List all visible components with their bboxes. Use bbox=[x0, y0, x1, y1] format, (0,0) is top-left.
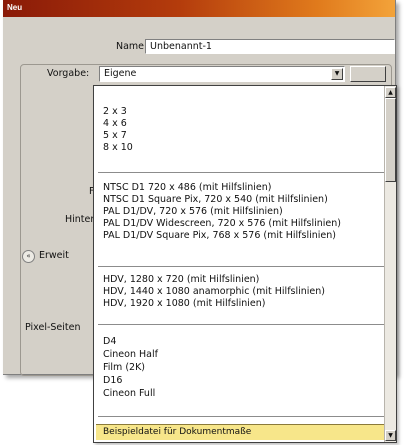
list-item[interactable]: NTSC D1 Square Pix, 720 x 540 (mit Hilfs… bbox=[103, 194, 328, 205]
preset-label: Vorgabe: bbox=[47, 68, 90, 79]
list-item[interactable]: PAL D1/DV Widescreen, 720 x 576 (mit Hil… bbox=[103, 218, 341, 229]
name-field[interactable] bbox=[145, 39, 395, 54]
list-item[interactable]: PAL D1/DV Square Pix, 768 x 576 (mit Hil… bbox=[103, 230, 336, 241]
list-item[interactable]: HDV, 1280 x 720 (mit Hilfslinien) bbox=[103, 274, 259, 285]
partial-label-advanced: Erweit bbox=[39, 250, 69, 261]
scroll-up-icon[interactable]: ▲ bbox=[385, 87, 396, 98]
name-label: Name: bbox=[116, 41, 148, 52]
chevron-down-icon[interactable]: ▼ bbox=[331, 68, 343, 80]
preset-options-button[interactable] bbox=[350, 66, 386, 82]
selected-list-item[interactable]: Beispieldatei für Dokumentmaße bbox=[96, 424, 385, 440]
expand-icon[interactable]: « bbox=[22, 250, 35, 263]
scroll-down-icon[interactable]: ▼ bbox=[385, 430, 396, 441]
list-item[interactable]: PAL D1/DV, 720 x 576 (mit Hilfslinien) bbox=[103, 206, 283, 217]
preset-selected-value: Eigene bbox=[104, 68, 137, 79]
list-item[interactable]: Cineon Full bbox=[103, 388, 155, 399]
list-item[interactable]: D16 bbox=[103, 375, 122, 386]
list-item[interactable]: 8 x 10 bbox=[103, 142, 133, 153]
list-item[interactable]: Film (2K) bbox=[103, 362, 145, 373]
title-bar[interactable]: Neu bbox=[3, 0, 395, 17]
list-item[interactable]: HDV, 1440 x 1080 anamorphic (mit Hilfsli… bbox=[103, 286, 325, 297]
dropdown-scrollbar[interactable]: ▲ ▼ bbox=[384, 86, 396, 442]
preset-dropdown-list[interactable]: 2 x 3 4 x 6 5 x 7 8 x 10 NTSC D1 720 x 4… bbox=[93, 85, 397, 443]
separator bbox=[98, 416, 386, 417]
list-item[interactable]: 4 x 6 bbox=[103, 118, 127, 129]
list-item[interactable]: 2 x 3 bbox=[103, 106, 127, 117]
preset-select[interactable]: Eigene ▼ bbox=[99, 66, 345, 82]
list-item[interactable]: D4 bbox=[103, 336, 116, 347]
partial-label-pixel-aspect: Pixel-Seiten bbox=[25, 322, 81, 333]
list-item[interactable]: HDV, 1920 x 1080 (mit Hilfslinien) bbox=[103, 298, 265, 309]
window-title: Neu bbox=[7, 3, 23, 12]
separator bbox=[98, 324, 386, 325]
scroll-thumb[interactable] bbox=[385, 98, 396, 182]
list-item[interactable]: 5 x 7 bbox=[103, 130, 127, 141]
separator bbox=[98, 172, 386, 173]
list-item[interactable]: Cineon Half bbox=[103, 349, 158, 360]
separator bbox=[98, 266, 386, 267]
selected-list-item-label: Beispieldatei für Dokumentmaße bbox=[103, 427, 252, 437]
list-item[interactable]: NTSC D1 720 x 486 (mit Hilfslinien) bbox=[103, 182, 272, 193]
